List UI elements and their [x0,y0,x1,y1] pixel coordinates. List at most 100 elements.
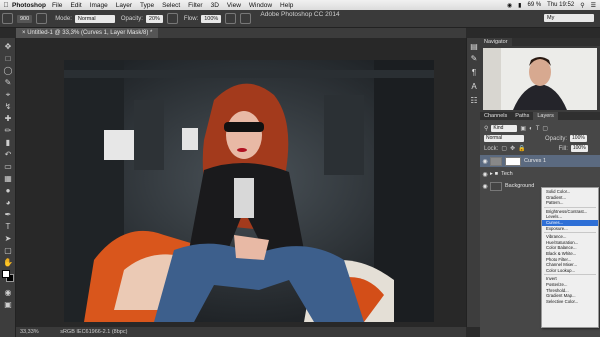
lasso-tool-icon[interactable]: ◯ [3,66,13,76]
battery-icon[interactable]: ▮ [518,2,521,9]
brush-size[interactable]: 900 [17,14,33,23]
menu-file[interactable]: File [52,2,62,9]
document-tab-bar: × Untitled-1 @ 33,3% (Curves 1, Layer Ma… [16,28,466,38]
quick-mask-icon[interactable]: ◉ [3,288,13,298]
notification-icon[interactable]: ☰ [591,2,596,9]
dodge-tool-icon[interactable]: ◕ [3,198,13,208]
webcam-overlay [483,48,597,110]
color-swatches[interactable] [2,270,14,282]
menubar-status: ◉ ▮ 69 % Thu 19:52 ⚲ ☰ [507,0,596,10]
history-brush-tool-icon[interactable]: ↶ [3,150,13,160]
filter-type-icon[interactable]: T [536,126,540,132]
fill-label: Fill: [558,145,568,152]
layer-mask-thumb[interactable] [505,156,521,166]
brush-panel-icon[interactable] [36,13,48,24]
close-icon[interactable]: × [22,30,26,36]
visibility-eye-icon[interactable]: ◉ [480,171,490,178]
marquee-tool-icon[interactable]: □ [3,54,13,64]
foreground-color-swatch[interactable] [2,270,10,278]
filter-pixel-icon[interactable]: ▣ [520,125,526,132]
color-profile[interactable]: sRGB IEC61966-2.1 (8bpc) [60,329,127,335]
menu-type[interactable]: Type [140,2,154,9]
clock[interactable]: Thu 19:52 [547,2,574,8]
lock-all-icon[interactable]: 🔒 [518,145,525,152]
menu-view[interactable]: View [227,2,241,9]
blend-mode-select[interactable]: Normal [484,135,524,142]
menu-item-exposure[interactable]: Exposure... [542,226,598,232]
workspace-select[interactable]: My [544,14,594,22]
menu-item-selective-color[interactable]: Selective Color... [542,299,598,305]
eyedropper-tool-icon[interactable]: ↯ [3,102,13,112]
screen-mode-icon[interactable]: ▣ [3,300,13,310]
adjustment-layer-menu: Solid Color... Gradient... Pattern... Br… [541,187,599,328]
opacity-field[interactable]: 20% [145,14,163,23]
spotlight-icon[interactable]: ⚲ [580,2,584,9]
menu-edit[interactable]: Edit [70,2,81,9]
filter-shape-icon[interactable]: ▢ [542,125,548,132]
paragraph-panel-icon[interactable]: ¶ [469,68,479,78]
layer-opacity-field[interactable]: 100% [570,135,587,142]
history-panel-icon[interactable]: ▤ [469,42,479,52]
pressure-opacity-icon[interactable] [166,13,178,24]
tab-layers[interactable]: Layers [533,112,558,120]
navigator-panel: Navigator [480,38,600,112]
blend-opacity-row: Normal Opacity: 100% [484,134,587,143]
menu-filter[interactable]: Filter [188,2,202,9]
menu-3d[interactable]: 3D [211,2,219,9]
menu-item-color-lookup[interactable]: Color Lookup... [542,268,598,274]
airbrush-icon[interactable] [225,13,237,24]
menu-item-pattern[interactable]: Pattern... [542,200,598,206]
menu-window[interactable]: Window [249,2,272,9]
crop-tool-icon[interactable]: ⌖ [3,90,13,100]
app-menu[interactable]: Photoshop [12,2,46,9]
zoom-level[interactable]: 33,33% [20,329,39,335]
pressure-size-icon[interactable] [240,13,252,24]
filter-adjustment-icon[interactable]: ◐ [529,126,533,132]
canvas-area[interactable] [16,38,466,327]
lock-position-icon[interactable]: ✥ [510,145,515,152]
menu-image[interactable]: Image [90,2,108,9]
wifi-icon[interactable]: ◉ [507,2,512,9]
group-chevron-icon[interactable]: ▸ [490,171,493,177]
hand-tool-icon[interactable]: ✋ [3,258,13,268]
layer-curves-1[interactable]: ◉ Curves 1 [480,155,600,167]
menu-help[interactable]: Help [280,2,293,9]
path-select-tool-icon[interactable]: ➤ [3,234,13,244]
quick-select-tool-icon[interactable]: ✎ [3,78,13,88]
shape-tool-icon[interactable]: ▢ [3,246,13,256]
clone-stamp-tool-icon[interactable]: ▮ [3,138,13,148]
apple-icon[interactable]:  [0,2,12,9]
menu-layer[interactable]: Layer [116,2,132,9]
brush-tool-icon[interactable]: ✏ [3,126,13,136]
healing-tool-icon[interactable]: ✚ [3,114,13,124]
kind-filter-select[interactable]: Kind [491,125,518,132]
layer-filter-row: ⚲ Kind ▣ ◐ T ▢ [484,124,548,133]
pen-tool-icon[interactable]: ✒ [3,210,13,220]
character-panel-icon[interactable]: A [469,82,479,92]
mode-select[interactable]: Normal [74,14,115,23]
options-bar: Adobe Photoshop CC 2014 900 Mode: Normal… [0,10,600,28]
properties-panel-icon[interactable]: ☷ [469,96,479,106]
document-canvas[interactable] [64,60,434,322]
move-tool-icon[interactable]: ✥ [3,42,13,52]
flow-field[interactable]: 100% [201,14,222,23]
tab-navigator[interactable]: Navigator [480,38,512,46]
fill-field[interactable]: 100% [570,145,588,152]
filter-search-icon: ⚲ [484,126,489,132]
visibility-eye-icon[interactable]: ◉ [480,158,490,165]
blur-tool-icon[interactable]: ● [3,186,13,196]
menu-select[interactable]: Select [162,2,180,9]
tab-paths[interactable]: Paths [511,112,533,120]
tab-channels[interactable]: Channels [480,112,511,120]
layer-tech[interactable]: ◉ ▸ ■ Tech [480,168,600,180]
brush-presets-icon[interactable]: ✎ [469,54,479,64]
lock-pixels-icon[interactable]: ▢ [501,145,507,152]
eraser-tool-icon[interactable]: ▭ [3,162,13,172]
photo-woman-in-helicopter [64,60,434,322]
visibility-eye-icon[interactable]: ◉ [480,183,490,190]
document-tab[interactable]: × Untitled-1 @ 33,3% (Curves 1, Layer Ma… [16,28,159,38]
gradient-tool-icon[interactable]: ▦ [3,174,13,184]
curves-adjustment-thumb [490,156,502,166]
type-tool-icon[interactable]: T [3,222,13,232]
brush-tool-icon[interactable] [2,13,13,24]
